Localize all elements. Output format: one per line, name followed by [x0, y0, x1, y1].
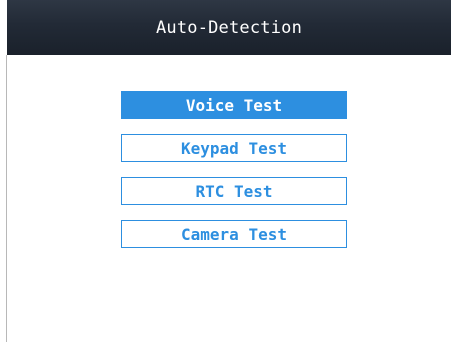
page-title: Auto-Detection — [155, 17, 303, 38]
rtc-test-button[interactable]: RTC Test — [121, 177, 347, 205]
keypad-test-button[interactable]: Keypad Test — [121, 134, 347, 162]
voice-test-button[interactable]: Voice Test — [121, 91, 347, 119]
test-menu: Voice Test Keypad Test RTC Test Camera T… — [121, 91, 347, 263]
left-border — [6, 55, 7, 342]
camera-test-button[interactable]: Camera Test — [121, 220, 347, 248]
auto-detection-screen: Auto-Detection Voice Test Keypad Test RT… — [0, 0, 451, 342]
title-bar: Auto-Detection — [7, 0, 451, 55]
